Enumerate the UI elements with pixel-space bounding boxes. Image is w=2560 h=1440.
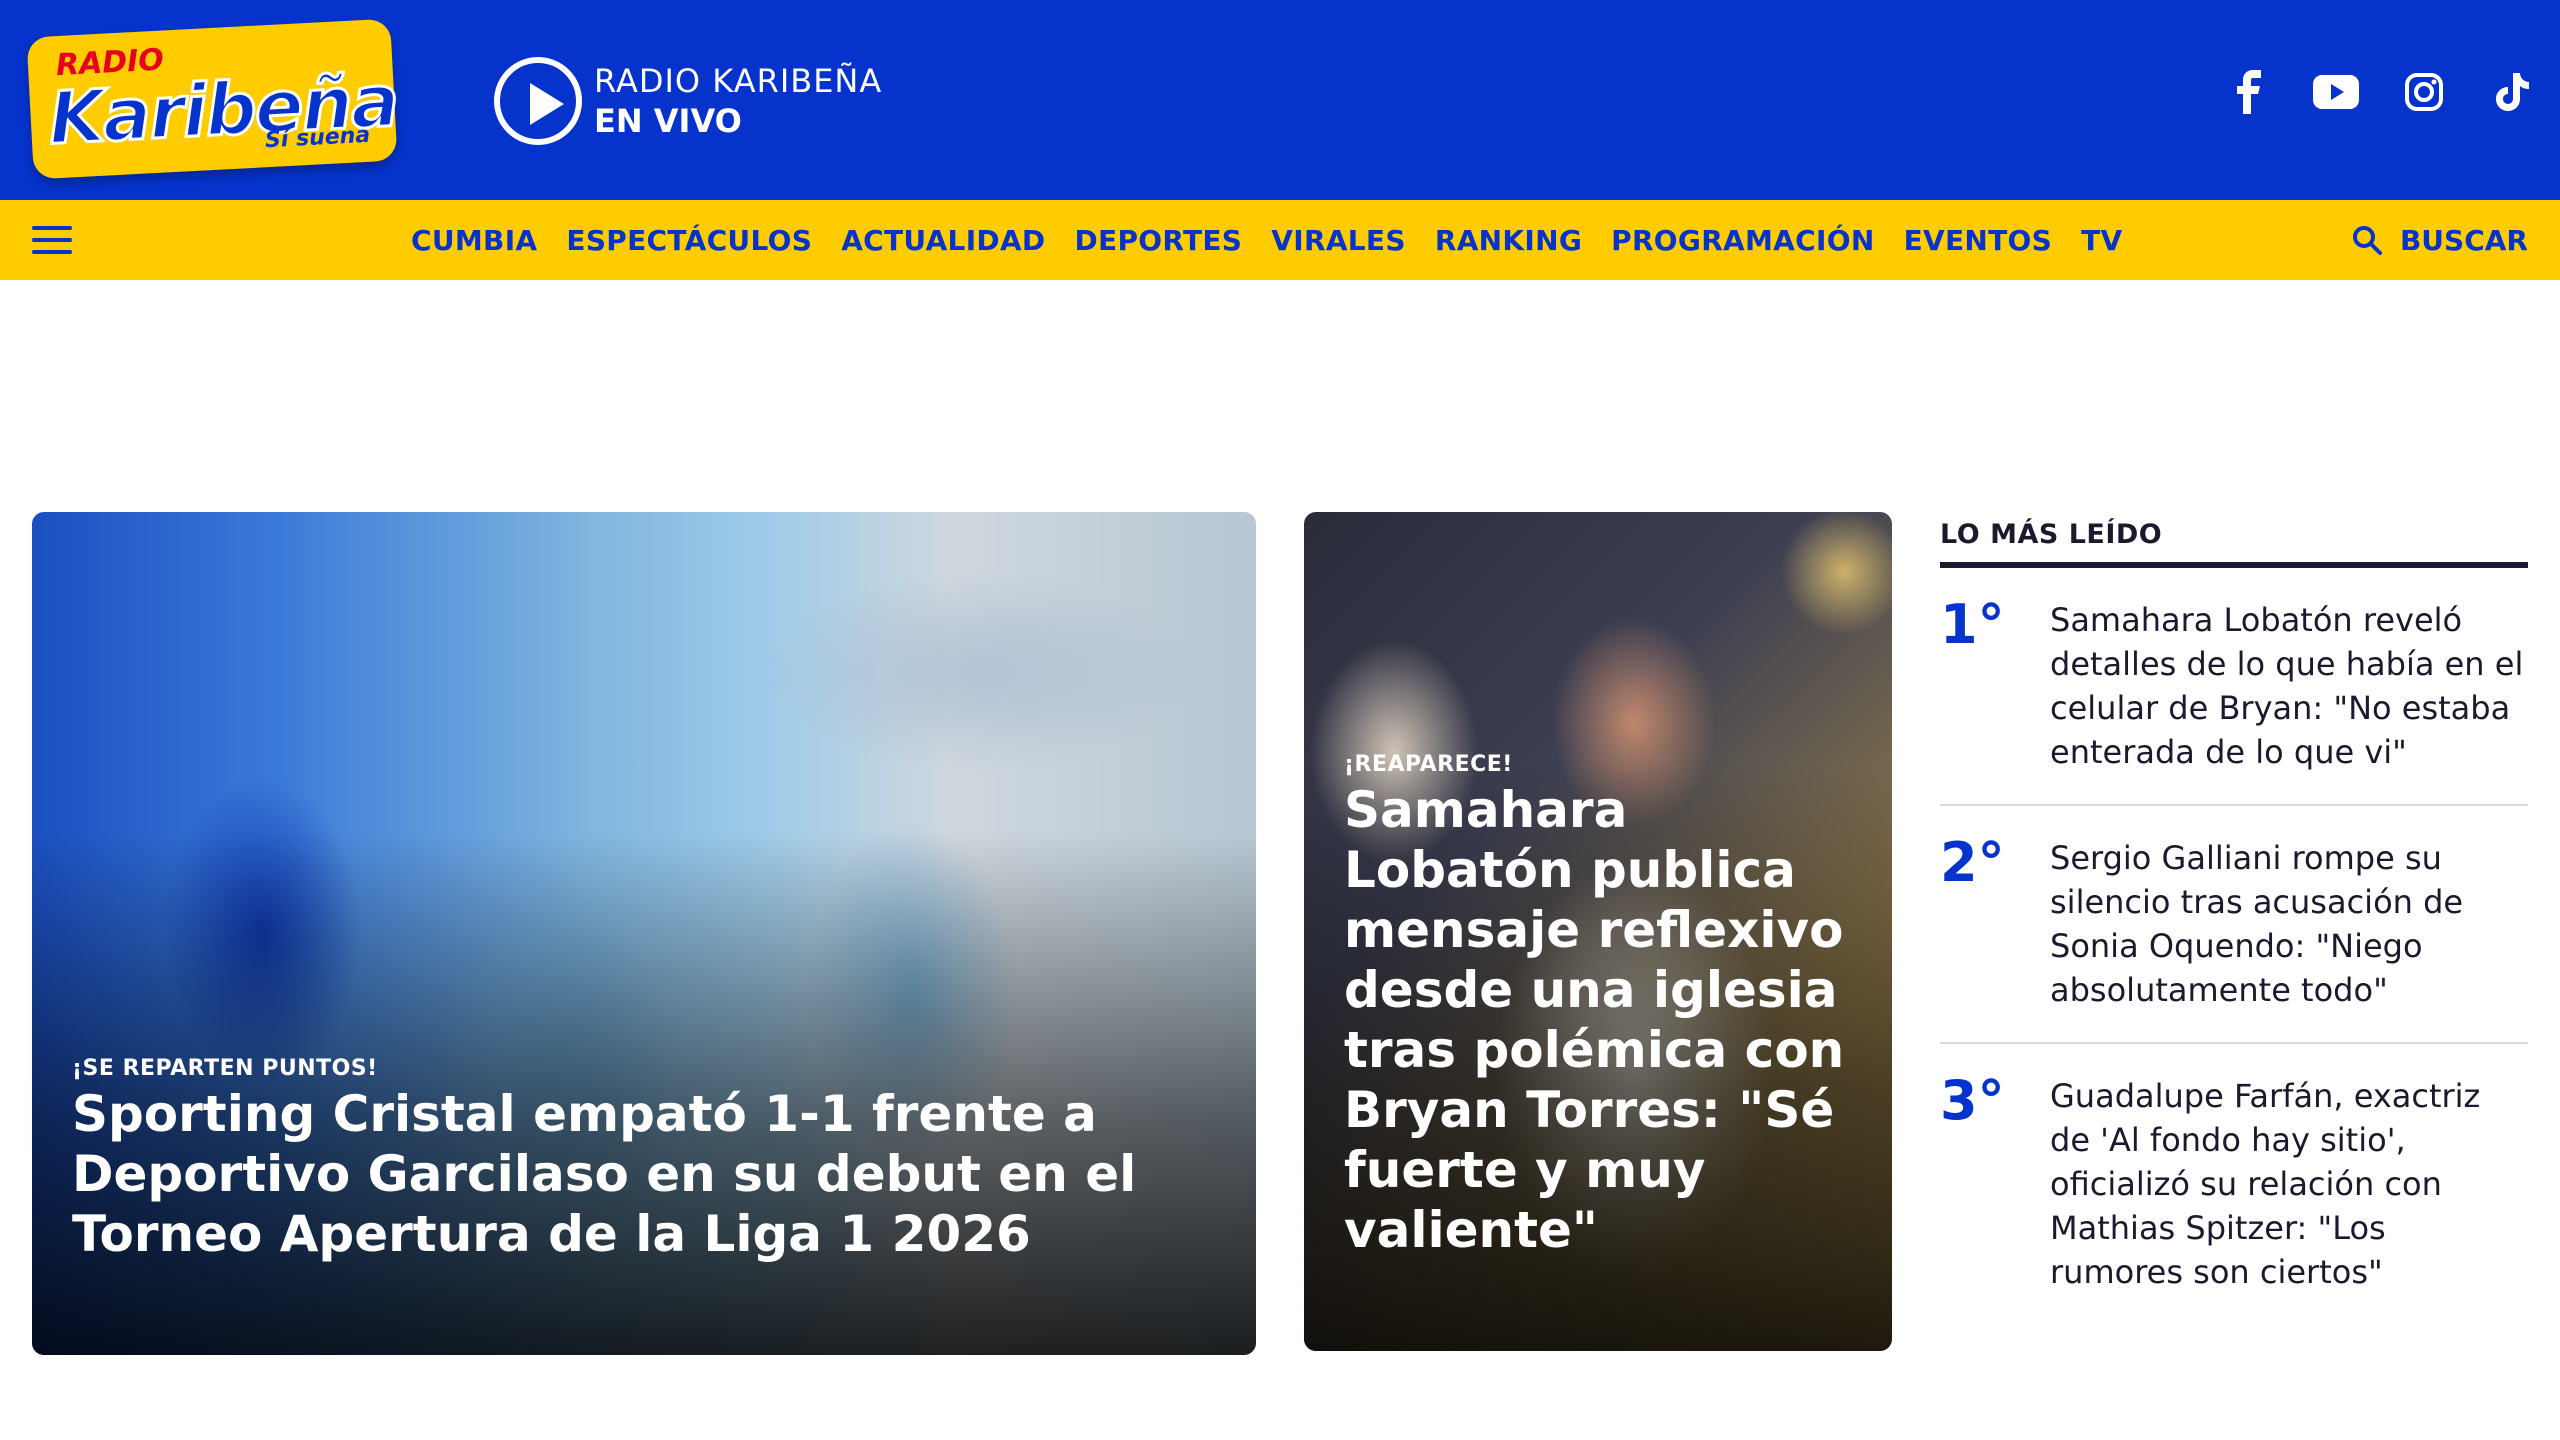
nav-item-actualidad[interactable]: ACTUALIDAD [841, 224, 1045, 257]
logo-tagline: Sí suena [264, 122, 371, 154]
live-radio-player[interactable]: RADIO KARIBEÑA EN VIVO [494, 56, 882, 146]
nav-item-cumbia[interactable]: CUMBIA [411, 224, 537, 257]
nav-item-ranking[interactable]: RANKING [1435, 224, 1582, 257]
nav-items: CUMBIA ESPECTÁCULOS ACTUALIDAD DEPORTES … [411, 200, 2122, 280]
live-status: EN VIVO [594, 102, 742, 140]
article-headline[interactable]: Samahara Lobatón publica mensaje reflexi… [1344, 780, 1864, 1260]
site-logo[interactable]: RADIO Karibeña Sí suena [26, 18, 401, 180]
hamburger-menu-icon[interactable] [32, 226, 72, 254]
hamburger-line [32, 226, 72, 230]
live-station-name: RADIO KARIBEÑA [594, 62, 883, 100]
search-icon [2352, 226, 2382, 255]
most-read-sidebar: LO MÁS LEÍDO 1° Samahara Lobatón reveló … [1940, 512, 2528, 1324]
nav-item-tv[interactable]: TV [2081, 224, 2122, 257]
nav-item-eventos[interactable]: EVENTOS [1904, 224, 2053, 257]
article-headline[interactable]: Sporting Cristal empató 1-1 frente a Dep… [72, 1084, 1152, 1264]
most-read-headline[interactable]: Sergio Galliani rompe su silencio tras a… [2050, 836, 2528, 1012]
article-kicker: ¡SE REPARTEN PUNTOS! [72, 1056, 378, 1081]
most-read-item[interactable]: 3° Guadalupe Farfán, exactriz de 'Al fon… [1940, 1044, 2528, 1324]
top-header: RADIO Karibeña Sí suena RADIO KARIBEÑA E… [0, 0, 2560, 200]
most-read-rank: 2° [1940, 831, 2005, 894]
tiktok-icon[interactable] [2486, 66, 2538, 118]
social-links [2222, 66, 2538, 118]
most-read-headline[interactable]: Samahara Lobatón reveló detalles de lo q… [2050, 598, 2528, 774]
most-read-rank: 1° [1940, 593, 2005, 656]
nav-item-programacion[interactable]: PROGRAMACIÓN [1611, 224, 1874, 257]
nav-item-virales[interactable]: VIRALES [1271, 224, 1406, 257]
hamburger-line [32, 238, 72, 242]
most-read-item[interactable]: 1° Samahara Lobatón reveló detalles de l… [1940, 568, 2528, 806]
featured-article-card[interactable]: ¡REAPARECE! Samahara Lobatón publica men… [1304, 512, 1892, 1351]
instagram-icon[interactable] [2398, 66, 2450, 118]
most-read-rank: 3° [1940, 1069, 2005, 1132]
hamburger-line [32, 250, 72, 254]
nav-item-espectaculos[interactable]: ESPECTÁCULOS [566, 224, 812, 257]
nav-item-deportes[interactable]: DEPORTES [1074, 224, 1242, 257]
youtube-icon[interactable] [2310, 66, 2362, 118]
search-label: BUSCAR [2399, 223, 2528, 257]
featured-article-card[interactable]: ¡SE REPARTEN PUNTOS! Sporting Cristal em… [32, 512, 1256, 1355]
live-text: RADIO KARIBEÑA EN VIVO [594, 62, 882, 140]
play-icon[interactable] [494, 57, 582, 145]
most-read-item[interactable]: 2° Sergio Galliani rompe su silencio tra… [1940, 806, 2528, 1044]
search-button[interactable]: BUSCAR [2352, 200, 2528, 280]
most-read-headline[interactable]: Guadalupe Farfán, exactriz de 'Al fondo … [2050, 1074, 2528, 1294]
facebook-icon[interactable] [2222, 66, 2274, 118]
main-nav: CUMBIA ESPECTÁCULOS ACTUALIDAD DEPORTES … [0, 200, 2560, 280]
most-read-title: LO MÁS LEÍDO [1940, 512, 2528, 568]
article-kicker: ¡REAPARECE! [1344, 752, 1513, 777]
